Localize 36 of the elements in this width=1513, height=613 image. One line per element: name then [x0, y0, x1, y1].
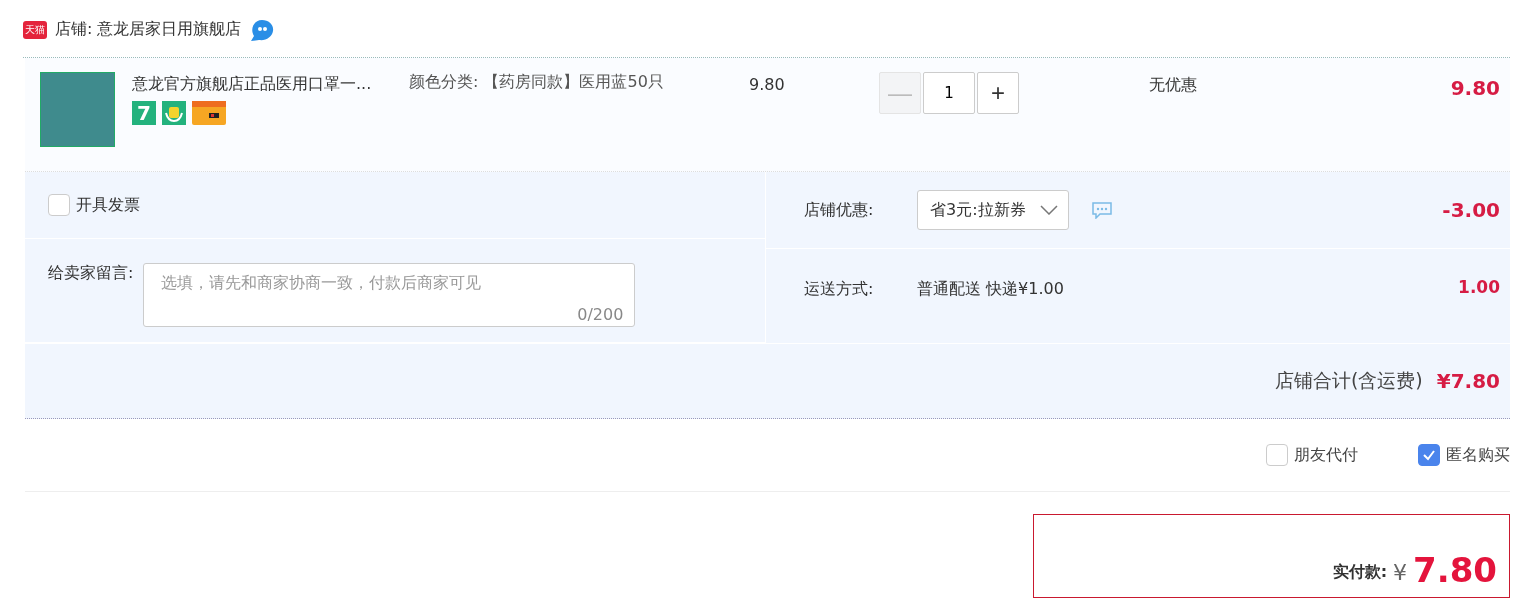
- payment-label: 实付款:: [1332, 562, 1388, 583]
- shipping-amount: 1.00: [1458, 277, 1501, 297]
- bag-icon: [162, 101, 186, 125]
- shipping-label: 运送方式:: [804, 279, 875, 300]
- card-icon: [192, 101, 226, 125]
- chevron-down-icon: [1039, 205, 1058, 215]
- message-label: 给卖家留言:: [48, 263, 134, 284]
- chat-drop-icon[interactable]: [249, 17, 276, 42]
- shop-name[interactable]: 店铺: 意龙居家日用旗舰店: [55, 19, 242, 40]
- product-image-placeholder[interactable]: [40, 72, 115, 147]
- sku-text: 颜色分类: 【药房同款】医用蓝50只: [409, 71, 665, 93]
- promo-text: 无优惠: [1149, 75, 1198, 96]
- checkbox[interactable]: [1266, 444, 1288, 466]
- option-label[interactable]: 朋友代付: [1294, 444, 1358, 466]
- option-label[interactable]: 匿名购买: [1446, 444, 1510, 466]
- checkbox[interactable]: [48, 194, 70, 216]
- shop-total-amount: ¥7.80: [1436, 369, 1500, 393]
- tmall-logo: 天猫: [23, 20, 47, 39]
- product-title[interactable]: 意龙官方旗舰店正品医用口罩一...: [132, 74, 407, 95]
- payment-amount: 7.80: [1413, 553, 1497, 587]
- chat-icon[interactable]: [1090, 201, 1113, 219]
- check-icon: [1422, 448, 1436, 462]
- char-counter: 0/200: [577, 305, 624, 324]
- currency-symbol: ¥: [1393, 560, 1408, 585]
- coupon-label: 店铺优惠:: [804, 199, 875, 221]
- checkbox[interactable]: [1418, 444, 1440, 466]
- invoice-label[interactable]: 开具发票: [76, 194, 140, 216]
- seven-day-badge: 7: [132, 101, 156, 125]
- shipping-method: 普通配送 快递¥1.00: [917, 279, 1064, 300]
- quantity-field[interactable]: 1: [923, 72, 975, 114]
- coupon-amount: -3.00: [1442, 198, 1501, 222]
- item-subtotal: 9.80: [1449, 76, 1501, 102]
- unit-price: 9.80: [749, 75, 786, 96]
- plus-button[interactable]: +: [977, 72, 1019, 114]
- shop-total-label: 店铺合计(含运费): [1274, 368, 1423, 393]
- coupon-dropdown[interactable]: 省3元:拉新券: [917, 190, 1069, 230]
